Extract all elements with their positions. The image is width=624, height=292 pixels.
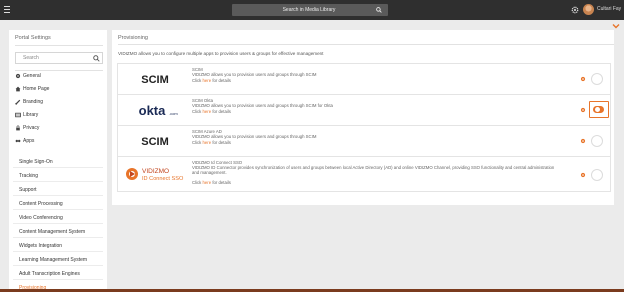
sidebar-subitem-label: Video Conferencing bbox=[19, 215, 63, 221]
sidebar-subitem-label: Content Processing bbox=[19, 201, 63, 207]
scim-logo: SCIM bbox=[141, 74, 169, 86]
divider bbox=[15, 45, 103, 46]
vidizmo-logo-text: VIDIZMO bbox=[142, 168, 169, 175]
user-avatar[interactable] bbox=[583, 4, 594, 15]
sidebar-item-label: General bbox=[23, 73, 41, 79]
sidebar-subitem-content-management-system[interactable]: Content Management System bbox=[13, 226, 103, 238]
sidebar-subitem-label: Support bbox=[19, 187, 37, 193]
sidebar-subitem-label: Adult Transcription Engines bbox=[19, 271, 80, 277]
chevron-down-icon[interactable] bbox=[612, 23, 620, 29]
app-card-scim-okta: okta .com SCIM Okta VIDIZMO allows you t… bbox=[117, 94, 611, 126]
provisioning-panel: Provisioning VIDIZMO allows you to confi… bbox=[112, 30, 614, 205]
sidebar-subitem-video-conferencing[interactable]: Video Conferencing bbox=[13, 212, 103, 224]
app-enable-toggle[interactable] bbox=[591, 135, 603, 147]
sidebar-subitem-learning-management-system[interactable]: Learning Management System bbox=[13, 254, 103, 266]
sidebar-search-box bbox=[15, 52, 103, 64]
sidebar-subitem-label: Single Sign-On bbox=[19, 159, 53, 165]
sidebar-item-label: Branding bbox=[23, 99, 44, 105]
sidebar-subitem-single-sign-on[interactable]: Single Sign-On bbox=[13, 156, 103, 168]
app-details: Click here for details bbox=[192, 78, 231, 83]
app-description: VIDIZMO allows you to provision users an… bbox=[192, 134, 317, 139]
portal-settings-sidebar: Portal Settings General Home Page Brandi… bbox=[9, 30, 107, 292]
sidebar-subitem-support[interactable]: Support bbox=[13, 184, 103, 196]
details-link[interactable]: here bbox=[203, 109, 212, 114]
sidebar-search-input[interactable] bbox=[16, 53, 90, 63]
page-description: VIDIZMO allows you to configure multiple… bbox=[118, 51, 324, 56]
sidebar-subitem-adult-transcription-engines[interactable]: Adult Transcription Engines bbox=[13, 268, 103, 280]
sidebar-title: Portal Settings bbox=[15, 35, 51, 41]
app-details: Click here for details bbox=[192, 140, 231, 145]
sidebar-subitem-label: Learning Management System bbox=[19, 257, 88, 263]
app-enable-toggle[interactable] bbox=[591, 73, 603, 85]
user-name[interactable]: Cultari Fay bbox=[597, 6, 621, 12]
app-settings-gear-icon[interactable] bbox=[580, 172, 586, 178]
app-card-vidizmo-id-connect-sso: VIDIZMO ID Connect SSO VIDIZMO Id Connec… bbox=[117, 156, 611, 192]
sidebar-item-label: Privacy bbox=[23, 125, 40, 131]
app-description: VIDIZMO allows you to provision users an… bbox=[192, 103, 333, 108]
gear-icon[interactable] bbox=[571, 6, 579, 14]
details-link[interactable]: here bbox=[203, 140, 212, 145]
app-details: Click here for details bbox=[192, 109, 231, 114]
sidebar-item-label: Apps bbox=[23, 138, 35, 144]
apps-icon bbox=[15, 139, 21, 143]
app-card-scim: SCIM SCIM VIDIZMO allows you to provisio… bbox=[117, 63, 611, 95]
scim-logo: SCIM bbox=[141, 136, 169, 148]
sidebar-subitem-label: Tracking bbox=[19, 173, 38, 179]
sidebar-item-label: Library bbox=[23, 112, 39, 118]
scim-logo-text: SCIM bbox=[141, 136, 169, 148]
vidizmo-id-connect-logo: VIDIZMO ID Connect SSO bbox=[126, 168, 184, 182]
app-description: VIDIZMO ID Connector provides synchroniz… bbox=[192, 165, 555, 175]
home-icon bbox=[15, 86, 21, 92]
app-settings-gear-icon[interactable] bbox=[580, 76, 586, 82]
top-bar: Cultari Fay bbox=[0, 0, 624, 20]
search-icon[interactable] bbox=[93, 55, 100, 62]
sidebar-subitem-widgets-integration[interactable]: Widgets Integration bbox=[13, 240, 103, 252]
okta-logo-text: okta bbox=[139, 103, 167, 118]
app-settings-gear-icon[interactable] bbox=[580, 138, 586, 144]
app-details: Click here for details bbox=[192, 180, 231, 185]
sidebar-subitem-label: Widgets Integration bbox=[19, 243, 63, 249]
app-enable-toggle[interactable] bbox=[589, 101, 609, 118]
media-search-input[interactable] bbox=[232, 4, 372, 16]
hamburger-menu-icon[interactable] bbox=[4, 4, 14, 16]
sidebar-subitem-tracking[interactable]: Tracking bbox=[13, 170, 103, 182]
search-icon[interactable] bbox=[376, 7, 382, 13]
brush-icon bbox=[15, 99, 21, 105]
media-search-box bbox=[232, 4, 388, 16]
divider bbox=[118, 44, 614, 45]
sidebar-item-label: Home Page bbox=[23, 86, 50, 92]
app-enable-toggle[interactable] bbox=[591, 169, 603, 181]
lock-icon bbox=[16, 125, 20, 131]
details-link[interactable]: here bbox=[203, 78, 212, 83]
sidebar-subitem-label: Content Management System bbox=[19, 229, 86, 235]
details-link[interactable]: here bbox=[203, 180, 212, 185]
divider bbox=[15, 70, 103, 71]
app-description: VIDIZMO allows you to provision users an… bbox=[192, 72, 317, 77]
id-connect-logo-text: ID Connect SSO bbox=[142, 176, 184, 182]
okta-logo: okta .com bbox=[139, 103, 179, 118]
app-card-scim-azure-ad: SCIM SCIM Azure AD VIDIZMO allows you to… bbox=[117, 125, 611, 157]
library-icon bbox=[15, 112, 21, 118]
page-title: Provisioning bbox=[118, 35, 148, 41]
okta-logo-suffix: .com bbox=[169, 111, 178, 116]
sidebar-subitem-content-processing[interactable]: Content Processing bbox=[13, 198, 103, 210]
gear-icon bbox=[15, 73, 21, 79]
scim-logo-text: SCIM bbox=[141, 74, 169, 86]
app-settings-gear-icon[interactable] bbox=[580, 107, 586, 113]
